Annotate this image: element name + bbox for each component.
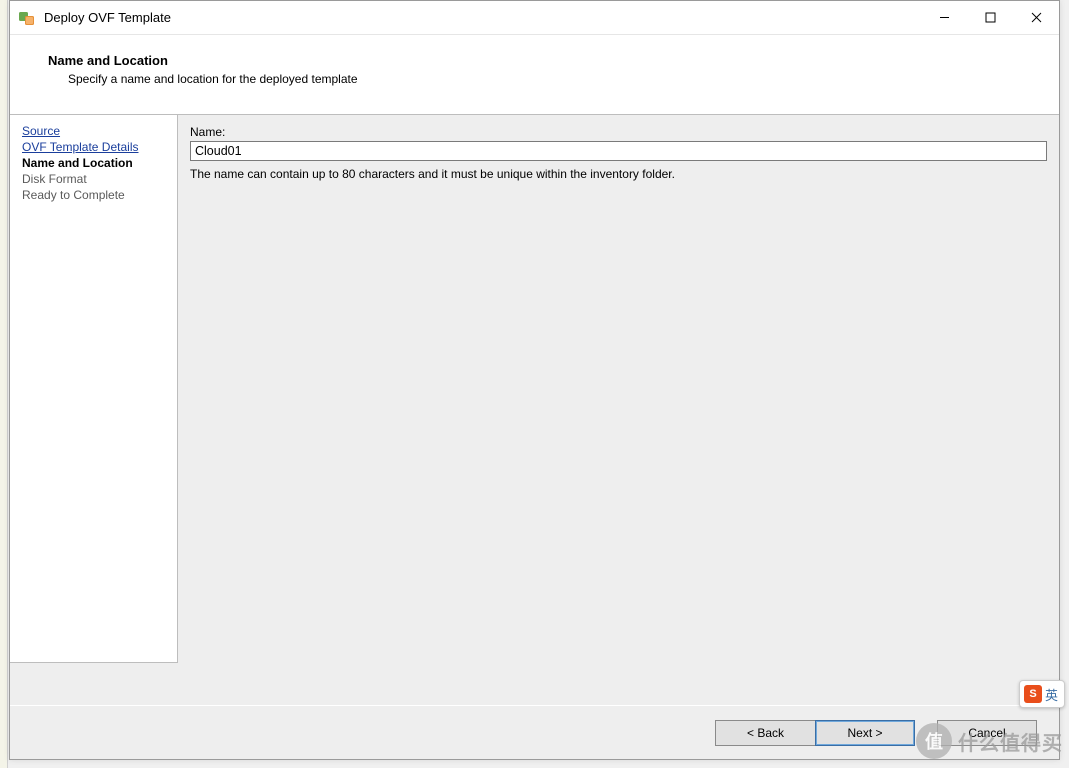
- deploy-ovf-window: Deploy OVF Template Name and Location Sp…: [9, 0, 1060, 760]
- page-description: Specify a name and location for the depl…: [48, 72, 1059, 86]
- cancel-button[interactable]: Cancel: [937, 720, 1037, 746]
- wizard-header: Name and Location Specify a name and loc…: [10, 35, 1059, 115]
- wizard-body: Source OVF Template Details Name and Loc…: [10, 115, 1059, 705]
- wizard-footer: < Back Next > Cancel: [10, 705, 1059, 759]
- window-title: Deploy OVF Template: [44, 10, 171, 25]
- close-button[interactable]: [1013, 1, 1059, 34]
- nav-button-group: < Back Next >: [715, 720, 915, 746]
- sidebar-item-disk-format: Disk Format: [22, 171, 171, 187]
- name-help-text: The name can contain up to 80 characters…: [190, 167, 1047, 181]
- ime-indicator[interactable]: S 英: [1019, 680, 1065, 708]
- sidebar-item-name-and-location[interactable]: Name and Location: [22, 155, 171, 171]
- next-button[interactable]: Next >: [815, 720, 915, 746]
- sidebar-item-source[interactable]: Source: [22, 123, 171, 139]
- window-controls: [921, 1, 1059, 34]
- back-button[interactable]: < Back: [715, 720, 815, 746]
- sogou-icon: S: [1024, 685, 1042, 703]
- maximize-button[interactable]: [967, 1, 1013, 34]
- wizard-content: Name: The name can contain up to 80 char…: [178, 115, 1059, 705]
- ime-language-label: 英: [1045, 685, 1058, 704]
- name-field-label: Name:: [190, 125, 1047, 139]
- sidebar-item-ready-to-complete: Ready to Complete: [22, 187, 171, 203]
- minimize-button[interactable]: [921, 1, 967, 34]
- vsphere-icon: [18, 9, 36, 27]
- background-strip: [0, 0, 8, 768]
- name-input[interactable]: [190, 141, 1047, 161]
- wizard-steps-sidebar: Source OVF Template Details Name and Loc…: [10, 115, 178, 663]
- page-title: Name and Location: [48, 53, 1059, 68]
- sidebar-item-ovf-template-details[interactable]: OVF Template Details: [22, 139, 171, 155]
- titlebar: Deploy OVF Template: [10, 1, 1059, 35]
